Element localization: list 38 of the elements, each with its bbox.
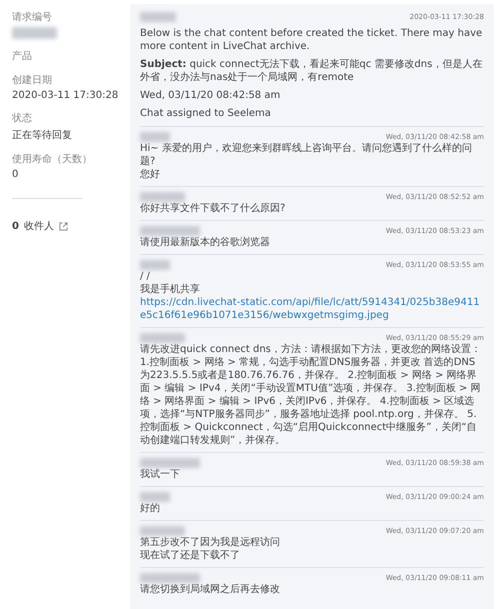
message-text: Hi~ 亲爱的用户，欢迎您来到群晖线上咨询平台。请问您遇到了什么样的问题? — [140, 142, 473, 168]
message-text: 好的 — [140, 502, 161, 515]
message-text: 现在试了还是下载不了 — [140, 549, 241, 562]
blurred-name — [140, 333, 185, 343]
blurred-name — [140, 492, 170, 502]
blurred-name — [140, 458, 200, 468]
field-value: 2020-03-11 17:30:28 — [12, 90, 120, 101]
message-text: 你好共享文件下载不了什么原因? — [140, 202, 286, 215]
blurred-name — [140, 573, 200, 583]
blurred-name — [140, 526, 185, 536]
intro-text: Below is the chat content before created the ticket. There may have more content in LiveChat archive. — [140, 27, 484, 53]
field-label: 使用寿命（天数） — [12, 153, 93, 166]
blurred-name — [140, 192, 185, 202]
blurred-name — [140, 260, 170, 270]
chat-date: Wed, 03/11/20 08:42:58 am — [140, 89, 282, 102]
message-text: / / — [140, 270, 151, 283]
recipients-count: 0 — [12, 220, 19, 232]
recipients-label: 收件人 — [24, 220, 54, 233]
assigned-text: Chat assigned to Seelema — [140, 107, 272, 120]
field-label: 状态 — [12, 112, 33, 125]
message-text: 请您切换到局域网之后再去修改 — [140, 583, 281, 596]
subject-text: Subject: quick connect无法下载，看起来可能qc 需要修改dns，但是人在外省，没办法与nas处于一个局域网，有remote — [140, 58, 484, 84]
field-label: 产品 — [12, 50, 33, 63]
external-link-icon[interactable] — [58, 222, 68, 230]
field-value: 0 — [12, 169, 20, 180]
attachment-link[interactable]: https://cdn.livechat-static.com/api/file/lc/att/5914341/025b38e9411e5c16f61e96b1071e3156/webwxgetmsgimg.jpeg — [140, 296, 484, 322]
field-label: 创建日期 — [12, 74, 53, 87]
message-text: 请先改进quick connect dns，方法：请根据如下方法，更改您的网络设置： 1.控制面板 > 网络 > 常规，勾选手动配置DNS服务器，并更改 首选的DNS 为223.5.5.5或者是180.76.76.76，并保存。 2.控制面板 > 网络 > 网络界面 > 编辑 > IPv4，关闭“手动设置MTU值”选项，并保存。 3.控制面板 > 网络 > 网络界面 > 编辑 > IPv6，关闭IPv6，并保存。 4.控制面板 > 区域选项，选择“与NTP服务器同步”，服务器地址选择 pool.ntp.org，并保存。 5.控制面板 > Quickconnect，勾选“启用Quickconnect中继服务”，关闭“自动创建端口转发规则”，并保存。 — [140, 343, 482, 447]
field-label: 请求编号 — [12, 10, 53, 24]
blurred-name — [140, 12, 176, 22]
message-text: 我试一下 — [140, 468, 181, 481]
message-text: 我是手机共享 — [140, 283, 201, 296]
message-text: 第五步改不了因为我是远程访问 — [140, 536, 281, 549]
field-value: 正在等待回复 — [12, 128, 73, 142]
blurred-name — [140, 226, 200, 236]
message-text: 请使用最新版本的谷歌浏览器 — [140, 236, 271, 249]
blurred-name — [140, 132, 170, 142]
message-text: 您好 — [140, 168, 161, 181]
